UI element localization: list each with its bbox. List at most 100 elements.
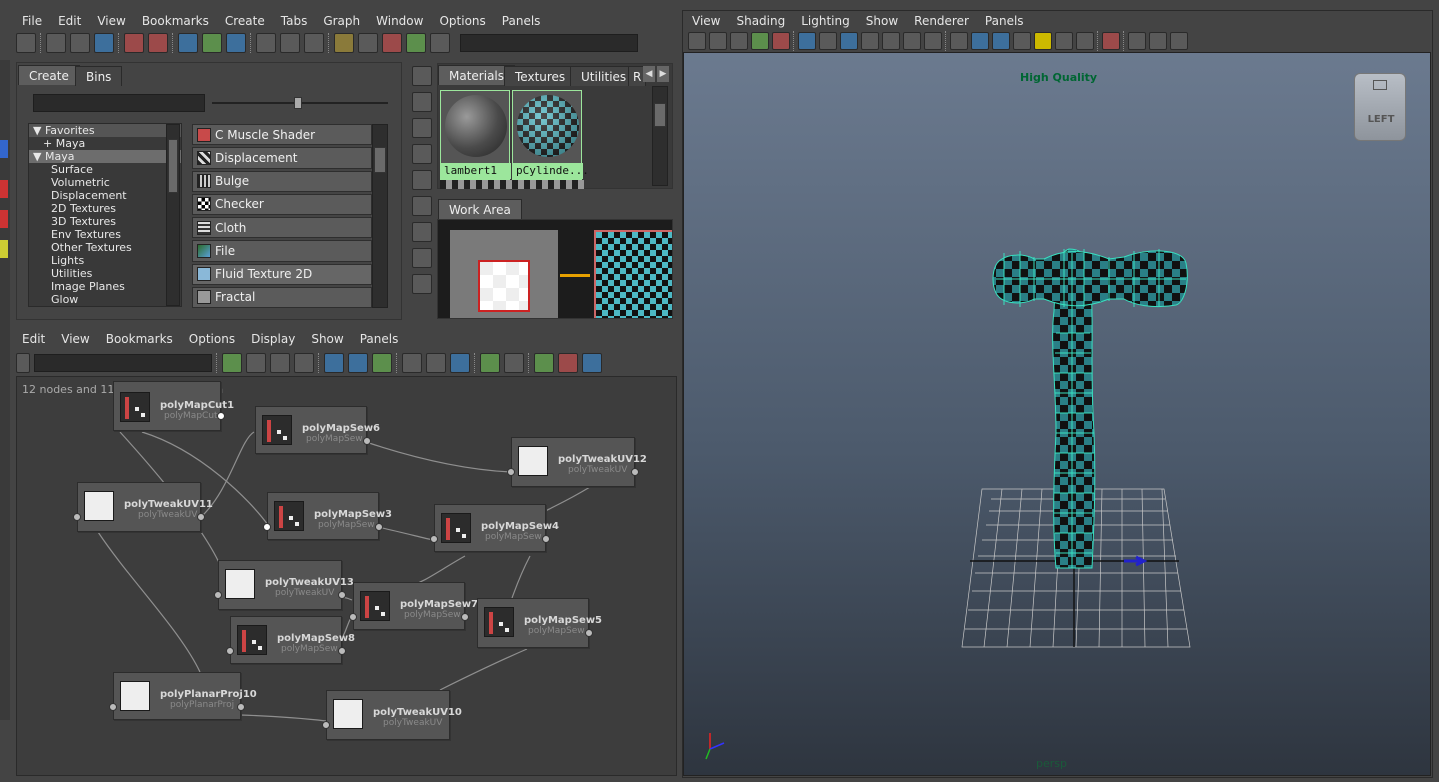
node-polymapcut1[interactable]: polyMapCut1 polyMapCut [113, 381, 234, 431]
view-icon[interactable] [412, 170, 432, 190]
show-output-icon[interactable] [304, 33, 324, 53]
tree-item-maya[interactable]: ▼ Maya [29, 150, 181, 163]
full-icon[interactable] [450, 353, 470, 373]
globe-icon[interactable] [348, 353, 368, 373]
node-polymapsew7[interactable]: polyMapSew7 polyMapSew [349, 582, 478, 630]
node-list-scrollbar[interactable] [372, 124, 388, 308]
icon-size-slider[interactable] [212, 97, 388, 109]
place2d-node[interactable] [450, 230, 558, 318]
tree-item-utilities[interactable]: Utilities [33, 267, 181, 280]
node-type-item[interactable]: Cloth [192, 217, 372, 239]
node-type-item[interactable]: C Muscle Shader [192, 124, 372, 146]
ne-menu-bookmarks[interactable]: Bookmarks [98, 332, 181, 346]
menu-options[interactable]: Options [431, 14, 493, 28]
output-port[interactable] [217, 412, 225, 420]
input-port[interactable] [507, 468, 515, 476]
node-type-item[interactable]: Checker [192, 193, 372, 215]
output-port[interactable] [338, 647, 346, 655]
ne-menu-display[interactable]: Display [243, 332, 303, 346]
tool-icon[interactable] [0, 210, 8, 228]
menu-panels[interactable]: Panels [494, 14, 549, 28]
safe-action-icon[interactable] [903, 32, 921, 50]
tree-item-env-textures[interactable]: Env Textures [33, 228, 181, 241]
frame-icon[interactable] [412, 66, 432, 86]
dotted-icon[interactable] [430, 33, 450, 53]
2d-pan-icon[interactable] [772, 32, 790, 50]
pin-icon[interactable] [412, 248, 432, 268]
thumbs-icon[interactable] [412, 196, 432, 216]
graph-output-icon[interactable] [148, 33, 168, 53]
simple-icon[interactable] [402, 353, 422, 373]
tree-item-volumetric[interactable]: Volumetric [33, 176, 181, 189]
output-port[interactable] [631, 468, 639, 476]
grid-toggle-icon[interactable] [798, 32, 816, 50]
image-plane-icon[interactable] [751, 32, 769, 50]
output-port[interactable] [338, 591, 346, 599]
swatch-icon[interactable] [382, 33, 402, 53]
grip-icon[interactable] [16, 353, 30, 373]
back-icon[interactable] [582, 353, 602, 373]
sort-icon[interactable] [412, 144, 432, 164]
node-polymapsew6[interactable]: polyMapSew6 polyMapSew [255, 406, 380, 454]
menu-window[interactable]: Window [368, 14, 431, 28]
node-type-item[interactable]: Fractal [192, 286, 372, 308]
ne-menu-options[interactable]: Options [181, 332, 243, 346]
tab-scroll-left-button[interactable]: ◀ [643, 66, 655, 82]
show-next-icon[interactable] [280, 33, 300, 53]
add-node-icon[interactable] [534, 353, 554, 373]
lights-icon[interactable] [1034, 32, 1052, 50]
arrange-icon[interactable] [412, 222, 432, 242]
gate-mask-icon[interactable] [861, 32, 879, 50]
layout-icon[interactable] [372, 353, 392, 373]
swap-icon[interactable] [222, 353, 242, 373]
vp-menu-lighting[interactable]: Lighting [793, 14, 858, 28]
output-port[interactable] [375, 523, 383, 531]
node-polymapsew4[interactable]: polyMapSew4 polyMapSew [430, 504, 559, 552]
node-polytweakuv13[interactable]: polyTweakUV13 polyTweakUV [214, 560, 354, 610]
attribute-icon[interactable] [504, 353, 524, 373]
xray-components-icon[interactable] [1170, 32, 1188, 50]
node-polymapsew3[interactable]: polyMapSew3 polyMapSew [263, 492, 392, 540]
tree-item-3d-textures[interactable]: 3D Textures [33, 215, 181, 228]
bookmark-icon[interactable] [730, 32, 748, 50]
rearrange-icon[interactable] [226, 33, 246, 53]
shelf-icon[interactable] [412, 118, 432, 138]
high-quality-icon[interactable] [1076, 32, 1094, 50]
film-gate-icon[interactable] [819, 32, 837, 50]
node-polytweakuv12[interactable]: polyTweakUV12 polyTweakUV [507, 437, 647, 487]
tool-icon[interactable] [0, 240, 8, 258]
ne-menu-show[interactable]: Show [303, 332, 351, 346]
tool-icon[interactable] [0, 140, 8, 158]
connected-icon[interactable] [426, 353, 446, 373]
output-port[interactable] [542, 535, 550, 543]
node-polymapsew8[interactable]: polyMapSew8 polyMapSew [226, 616, 355, 664]
node-type-item[interactable]: Bulge [192, 170, 372, 192]
vp-menu-renderer[interactable]: Renderer [906, 14, 977, 28]
input-port[interactable] [322, 721, 330, 729]
menu-file[interactable]: File [14, 14, 50, 28]
expand-icon[interactable] [412, 274, 432, 294]
layout-top-icon[interactable] [46, 33, 66, 53]
output-port[interactable] [237, 703, 245, 711]
ne-menu-edit[interactable]: Edit [14, 332, 53, 346]
clear-icon[interactable] [324, 353, 344, 373]
tree-item-favorites[interactable]: ▼ Favorites [29, 124, 181, 137]
camera-attributes-icon[interactable] [709, 32, 727, 50]
tab-textures[interactable]: Textures [504, 66, 577, 86]
menu-tabs[interactable]: Tabs [273, 14, 316, 28]
tab-bins[interactable]: Bins [75, 66, 123, 86]
render-icon[interactable] [334, 33, 354, 53]
slider-handle[interactable] [294, 97, 302, 109]
graph-network-icon[interactable] [202, 33, 222, 53]
menu-bookmarks[interactable]: Bookmarks [134, 14, 217, 28]
wire-on-shaded-icon[interactable] [992, 32, 1010, 50]
material-swatch-pcylinder[interactable]: pCylinde... [512, 90, 589, 180]
node-type-item[interactable]: Displacement [192, 147, 372, 169]
layout-bottom-icon[interactable] [70, 33, 90, 53]
node-polytweakuv10[interactable]: polyTweakUV10 polyTweakUV [322, 690, 462, 740]
tree-item-other-textures[interactable]: Other Textures [33, 241, 181, 254]
output-icon[interactable] [294, 353, 314, 373]
node-type-item[interactable]: Fluid Texture 2D [192, 263, 372, 285]
grid-icon[interactable] [412, 92, 432, 112]
node-type-item[interactable]: File [192, 240, 372, 262]
